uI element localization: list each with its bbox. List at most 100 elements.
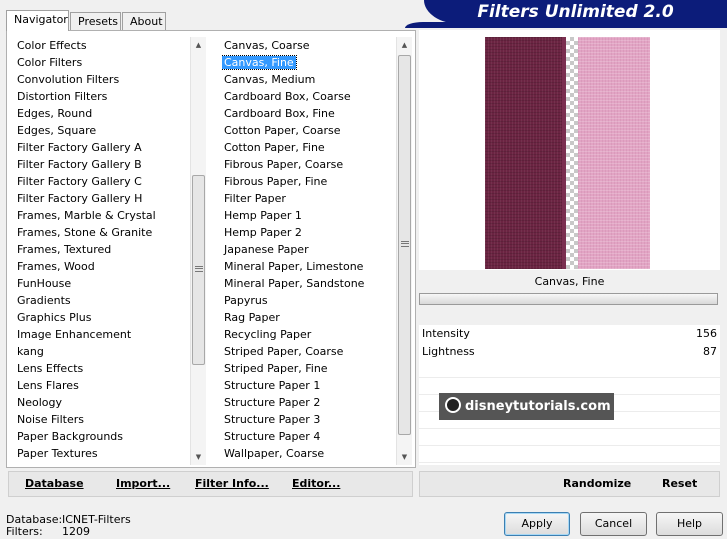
filter-item[interactable]: Cardboard Box, Fine	[222, 105, 394, 122]
category-item[interactable]: Graphics Plus	[15, 309, 187, 326]
filter-info-button[interactable]: Filter Info...	[195, 477, 269, 490]
category-item[interactable]: Filter Factory Gallery H	[15, 190, 187, 207]
randomize-button[interactable]: Randomize	[563, 477, 631, 490]
category-item-label: Neology	[17, 396, 63, 409]
tab-presets[interactable]: Presets	[70, 12, 121, 30]
filter-item[interactable]: Cotton Paper, Coarse	[222, 122, 394, 139]
filter-item[interactable]: Cardboard Box, Coarse	[222, 88, 394, 105]
filter-item[interactable]: Cotton Paper, Fine	[222, 139, 394, 156]
filter-item-label: Canvas, Coarse	[224, 39, 310, 52]
category-item-label: Filter Factory Gallery H	[17, 192, 143, 205]
category-scrollbar[interactable]: ▲ ▼	[190, 37, 206, 465]
filter-item-label: Fibrous Paper, Coarse	[224, 158, 344, 171]
scroll-down-icon[interactable]: ▼	[191, 449, 206, 465]
tab-navigator[interactable]: Navigator	[6, 10, 69, 31]
category-item[interactable]: Filter Factory Gallery C	[15, 173, 187, 190]
filter-item[interactable]: Recycling Paper	[222, 326, 394, 343]
filter-item[interactable]: Striped Paper, Coarse	[222, 343, 394, 360]
category-item[interactable]: Lens Flares	[15, 377, 187, 394]
category-item[interactable]: Image Enhancement	[15, 326, 187, 343]
category-item[interactable]: Convolution Filters	[15, 71, 187, 88]
filter-item[interactable]: Canvas, Fine	[222, 54, 394, 71]
filter-item[interactable]: Mineral Paper, Sandstone	[222, 275, 394, 292]
filter-item[interactable]: Rag Paper	[222, 309, 394, 326]
category-item[interactable]: FunHouse	[15, 275, 187, 292]
filter-item[interactable]: Structure Paper 3	[222, 411, 394, 428]
category-item[interactable]: Gradients	[15, 292, 187, 309]
category-item[interactable]: kang	[15, 343, 187, 360]
mickey-icon	[445, 397, 461, 413]
filter-item-label: Structure Paper 3	[224, 413, 321, 426]
category-item-label: Graphics Plus	[17, 311, 92, 324]
preview-image	[485, 37, 650, 269]
category-item[interactable]: Paper Textures	[15, 445, 187, 462]
category-item[interactable]: Edges, Square	[15, 122, 187, 139]
category-item-label: Convolution Filters	[17, 73, 120, 86]
category-item-label: Filter Factory Gallery A	[17, 141, 142, 154]
category-item-label: Edges, Round	[17, 107, 93, 120]
preview-dark-swatch	[485, 37, 562, 269]
import-button[interactable]: Import...	[116, 477, 170, 490]
filter-item-label: Hemp Paper 1	[224, 209, 302, 222]
filter-item-label: Cotton Paper, Coarse	[224, 124, 341, 137]
transparency-checker	[566, 37, 578, 269]
category-item[interactable]: Edges, Round	[15, 105, 187, 122]
category-item[interactable]: Filter Factory Gallery B	[15, 156, 187, 173]
scroll-up-icon[interactable]: ▲	[191, 37, 206, 53]
scroll-up-icon[interactable]: ▲	[397, 37, 412, 53]
filter-item[interactable]: Canvas, Medium	[222, 71, 394, 88]
filter-item[interactable]: Structure Paper 4	[222, 428, 394, 445]
category-item[interactable]: Distortion Filters	[15, 88, 187, 105]
filter-item[interactable]: Structure Paper 2	[222, 394, 394, 411]
category-item-label: Color Filters	[17, 56, 83, 69]
category-item-label: Frames, Wood	[17, 260, 95, 273]
category-item[interactable]: Frames, Marble & Crystal	[15, 207, 187, 224]
scroll-thumb[interactable]	[192, 175, 205, 365]
category-item[interactable]: Paper Backgrounds	[15, 428, 187, 445]
filter-item[interactable]: Striped Paper, Fine	[222, 360, 394, 377]
filter-item[interactable]: Papyrus	[222, 292, 394, 309]
filter-item[interactable]: Structure Paper 1	[222, 377, 394, 394]
filter-item-label: Filter Paper	[224, 192, 286, 205]
category-list[interactable]: Color Effects Color Filters Convolution Fi…	[15, 37, 187, 465]
reset-button[interactable]: Reset	[662, 477, 697, 490]
category-item[interactable]: Noise Filters	[15, 411, 187, 428]
category-item[interactable]: Frames, Stone & Granite	[15, 224, 187, 241]
category-item[interactable]: Filter Factory Gallery A	[15, 139, 187, 156]
database-button[interactable]: Database	[25, 477, 84, 490]
filter-item[interactable]: Wallpaper, Coarse	[222, 445, 394, 462]
category-item[interactable]: Lens Effects	[15, 360, 187, 377]
category-item-label: Edges, Square	[17, 124, 97, 137]
filter-list[interactable]: Canvas, Coarse Canvas, Fine Canvas, Medium…	[222, 37, 394, 465]
category-item[interactable]: Color Filters	[15, 54, 187, 71]
filter-scrollbar[interactable]: ▲ ▼	[396, 37, 412, 465]
apply-button[interactable]: Apply	[504, 512, 570, 536]
tab-about[interactable]: About	[122, 12, 166, 30]
filter-item-label: Mineral Paper, Sandstone	[224, 277, 365, 290]
scroll-down-icon[interactable]: ▼	[397, 449, 412, 465]
filter-item-label: Cardboard Box, Fine	[224, 107, 335, 120]
filter-item[interactable]: Canvas, Coarse	[222, 37, 394, 54]
filter-item[interactable]: Hemp Paper 1	[222, 207, 394, 224]
category-item[interactable]: Frames, Wood	[15, 258, 187, 275]
filter-item[interactable]: Japanese Paper	[222, 241, 394, 258]
category-item-label: FunHouse	[17, 277, 72, 290]
editor-button[interactable]: Editor...	[292, 477, 340, 490]
param-lightness[interactable]: Lightness 87	[421, 343, 719, 360]
cancel-button[interactable]: Cancel	[580, 512, 647, 536]
filter-item[interactable]: Fibrous Paper, Fine	[222, 173, 394, 190]
filter-item-label: Striped Paper, Coarse	[224, 345, 344, 358]
filter-item-label: Canvas, Medium	[224, 73, 316, 86]
category-item[interactable]: Neology	[15, 394, 187, 411]
help-button[interactable]: Help	[656, 512, 723, 536]
filter-item[interactable]: Hemp Paper 2	[222, 224, 394, 241]
param-intensity[interactable]: Intensity 156	[421, 325, 719, 342]
category-item[interactable]: Color Effects	[15, 37, 187, 54]
filter-item[interactable]: Mineral Paper, Limestone	[222, 258, 394, 275]
category-item[interactable]: Frames, Textured	[15, 241, 187, 258]
scroll-thumb[interactable]	[398, 55, 411, 435]
filter-item[interactable]: Fibrous Paper, Coarse	[222, 156, 394, 173]
param-value: 87	[703, 345, 717, 358]
filter-item[interactable]: Filter Paper	[222, 190, 394, 207]
preview-slider[interactable]	[419, 293, 718, 305]
